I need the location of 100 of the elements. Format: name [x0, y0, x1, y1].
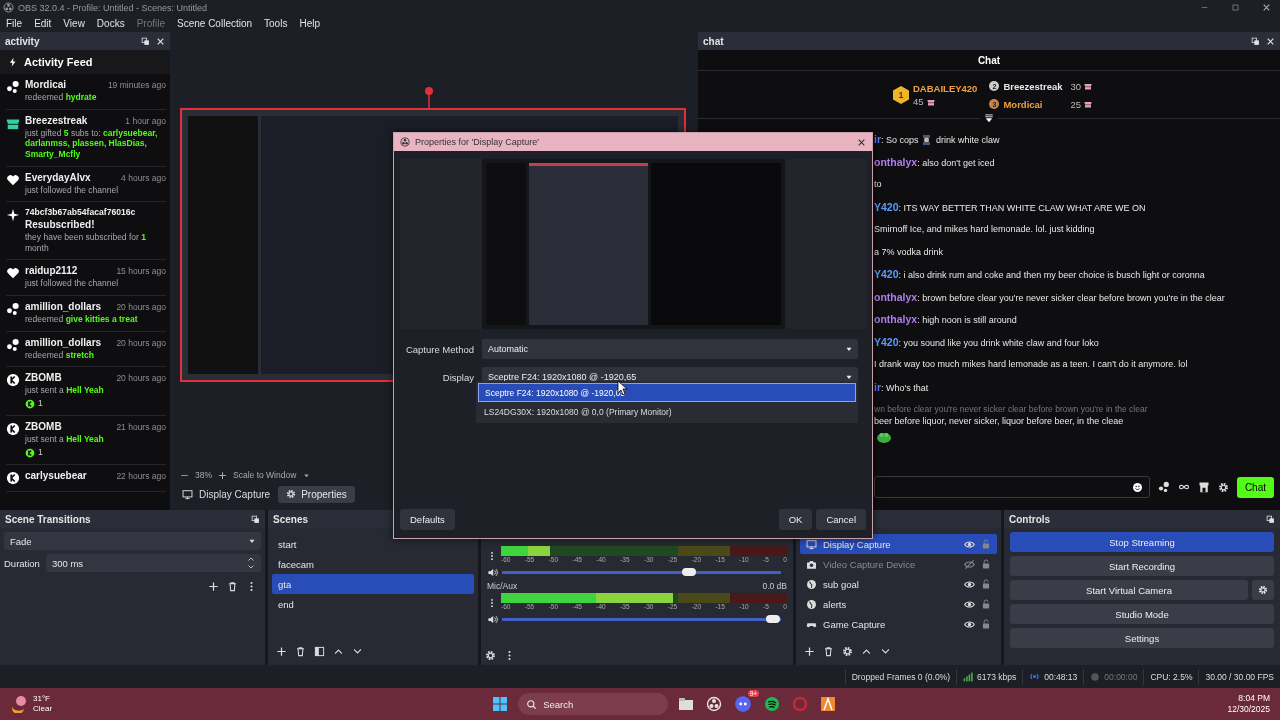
float-icon[interactable]: [1251, 36, 1260, 46]
settings-button[interactable]: [1252, 580, 1274, 600]
leader-name: DABAILEY420: [913, 83, 978, 94]
time-ago: 1 hour ago: [125, 115, 166, 126]
dock-title: activity: [5, 35, 40, 47]
gear-icon[interactable]: [1217, 481, 1229, 493]
plus-icon[interactable]: [218, 470, 227, 480]
dropped-frames: Dropped Frames 0 (0.0%): [851, 671, 950, 682]
float-icon[interactable]: [251, 514, 260, 524]
chat-message: to: [874, 179, 882, 190]
cancel-button[interactable]: Cancel: [816, 509, 866, 530]
close-icon[interactable]: [857, 137, 866, 147]
menu-item[interactable]: View: [63, 18, 85, 29]
duration-spinbox[interactable]: 300 ms: [45, 554, 261, 572]
zoom-level[interactable]: 38%: [195, 470, 212, 480]
control-button[interactable]: Stop Streaming: [1010, 532, 1274, 552]
unlock-icon[interactable]: [981, 599, 991, 609]
transition-dropdown[interactable]: Fade: [4, 532, 261, 550]
properties-button[interactable]: Properties: [278, 485, 355, 503]
coin-icon: [25, 447, 35, 458]
scene-item[interactable]: facecam: [272, 554, 474, 574]
dropdown-option[interactable]: Sceptre F24: 1920x1080 @ -1920,65: [478, 383, 856, 402]
store-icon[interactable]: [1197, 481, 1210, 493]
source-item[interactable]: alerts: [800, 594, 997, 614]
gear-icon[interactable]: [485, 649, 496, 661]
up-icon: [247, 555, 255, 563]
police-emote-icon: [921, 135, 931, 145]
menu-item[interactable]: Edit: [34, 18, 52, 29]
user-name: raidup2112: [25, 265, 78, 277]
trash-icon[interactable]: [227, 580, 238, 592]
scene-item[interactable]: gta: [272, 574, 474, 594]
source-item[interactable]: Game Capture: [800, 614, 997, 634]
chat-input-field[interactable]: [874, 476, 1150, 498]
close-icon[interactable]: [1262, 3, 1271, 12]
control-button[interactable]: Settings: [1010, 628, 1274, 648]
start-icon[interactable]: [492, 696, 509, 712]
emoji-icon[interactable]: [1131, 481, 1143, 493]
eye-icon[interactable]: [964, 598, 975, 610]
speaker-icon[interactable]: [487, 614, 498, 625]
gift-icon: [926, 97, 935, 106]
scene-item[interactable]: start: [272, 534, 474, 554]
trash-icon[interactable]: [823, 645, 834, 657]
speaker-icon[interactable]: [487, 567, 498, 578]
event-detail: just sent a Hell Yeah: [25, 385, 105, 396]
event-detail: they have been subscribed for 1 month: [25, 232, 147, 254]
time-ago: 19 minutes ago: [107, 80, 166, 90]
menu-item[interactable]: Scene Collection: [177, 18, 253, 29]
dropdown-option[interactable]: LS24DG30X: 1920x1080 @ 0,0 (Primary Monitor): [478, 402, 856, 421]
source-item[interactable]: Video Capture Device: [800, 554, 997, 574]
collapse-icon[interactable]: [984, 113, 994, 123]
rotation-handle[interactable]: [424, 86, 434, 110]
control-button[interactable]: Start Virtual Camera: [1010, 580, 1248, 600]
eye-hidden-icon[interactable]: [964, 558, 975, 570]
volume-slider[interactable]: [502, 618, 781, 621]
scene-item[interactable]: end: [272, 594, 474, 614]
source-item[interactable]: sub goal: [800, 574, 997, 594]
dots-icon: [6, 80, 20, 94]
event-detail: just followed the channel: [25, 184, 120, 196]
control-button[interactable]: Studio Mode: [1010, 604, 1274, 624]
chat-app-icon[interactable]: [734, 695, 753, 713]
trash-icon[interactable]: [295, 645, 306, 657]
folder-icon[interactable]: [678, 696, 695, 712]
gear-icon[interactable]: [842, 645, 853, 657]
dock-title: chat: [703, 35, 724, 47]
unlock-icon[interactable]: [981, 619, 991, 629]
unlock-icon[interactable]: [981, 559, 991, 569]
monitor-icon: [182, 488, 193, 500]
music-app-icon[interactable]: [764, 696, 781, 712]
user-name: EverydayAlvx: [25, 171, 91, 183]
defaults-button[interactable]: Defaults: [400, 509, 455, 530]
app-logo-icon[interactable]: [706, 696, 723, 712]
float-icon[interactable]: [141, 36, 150, 46]
ok-button[interactable]: OK: [778, 509, 813, 530]
drawing-app-icon[interactable]: [820, 696, 837, 712]
weather-icon[interactable]: [10, 695, 28, 713]
search-field[interactable]: Search: [518, 693, 669, 715]
menu-item[interactable]: Help: [299, 18, 320, 29]
eye-icon[interactable]: [964, 578, 975, 590]
menu-item[interactable]: File: [6, 18, 23, 29]
track-name: Mic/Aux: [487, 581, 518, 592]
reply-preview: wn before clear you're never sicker clear before brown you're in the clear: [874, 404, 1148, 415]
record-time: 00:00:00: [1104, 671, 1138, 682]
menu-item[interactable]: Tools: [264, 18, 288, 29]
volume-slider[interactable]: [502, 571, 781, 574]
broadcast-icon: [1029, 671, 1041, 682]
send-chat-button[interactable]: Chat: [1236, 476, 1274, 498]
eye-icon[interactable]: [964, 618, 975, 630]
dots-icon[interactable]: [1157, 481, 1170, 493]
menu-item[interactable]: Docks: [96, 18, 125, 29]
dropdown[interactable]: Automatic: [482, 339, 858, 359]
filter-icon[interactable]: [314, 645, 325, 657]
float-icon[interactable]: [1266, 514, 1275, 524]
control-button[interactable]: Start Recording: [1010, 556, 1274, 576]
dots-icon: [6, 337, 20, 352]
scale-mode-dropdown[interactable]: Scale to Window: [233, 470, 297, 480]
chat-message: a 7% vodka drink: [874, 246, 944, 258]
maximize-icon[interactable]: [1231, 3, 1240, 12]
eye-icon[interactable]: [964, 538, 975, 550]
chat-message: onthalyx: brown before clear you're never sicker clear before brown you're in the clear: [874, 291, 1225, 304]
unlock-icon[interactable]: [981, 579, 991, 589]
